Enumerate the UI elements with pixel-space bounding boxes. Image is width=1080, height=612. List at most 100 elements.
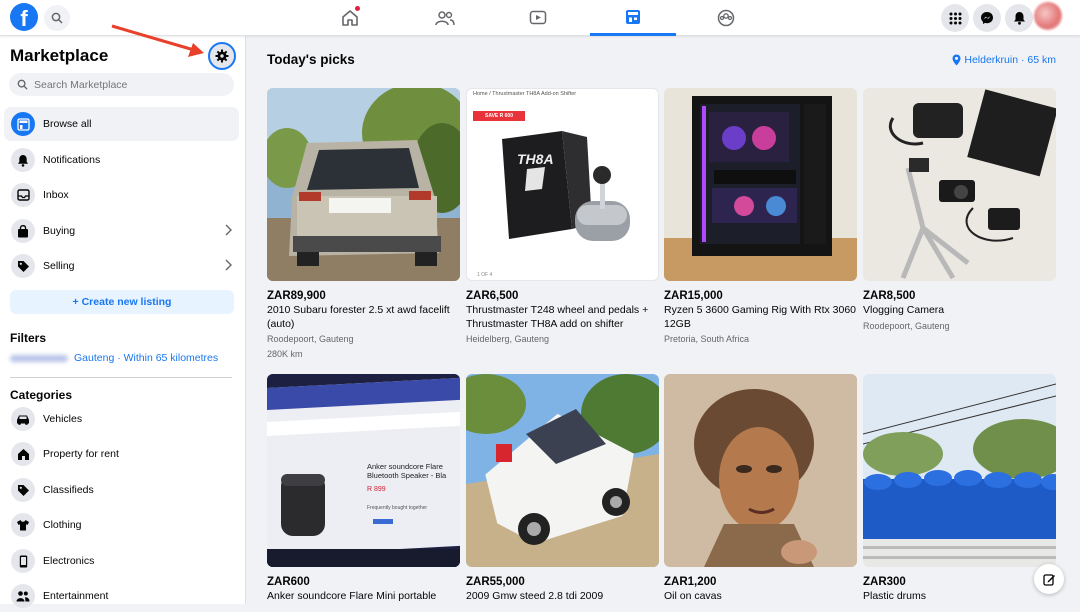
create-new-listing-button[interactable]: + Create new listing [10, 290, 234, 314]
speaker-heading: Anker soundcore Flare Bluetooth Speaker … [367, 462, 447, 480]
storefront-icon [16, 117, 30, 131]
red-annotation-arrow [111, 24, 204, 57]
marketplace-sidebar: Marketplace Browse all Notifications Inb… [0, 36, 246, 608]
chevron-right-icon [225, 259, 232, 271]
listing-card[interactable]: Home / Thrustmaster TH8A Add-on Shifter … [466, 88, 659, 346]
sidebar-item-selling[interactable]: Selling [4, 249, 239, 283]
listing-price: ZAR1,200 [664, 576, 717, 588]
listing-price: ZAR55,000 [466, 576, 525, 588]
listing-location: Heidelberg, Gauteng [466, 334, 550, 344]
sidebar-item-buying[interactable]: Buying [4, 214, 239, 248]
frequently-bought-text: Frequently bought together [367, 505, 428, 511]
home-icon [342, 10, 358, 26]
marketplace-search[interactable] [9, 73, 234, 96]
category-property-for-rent[interactable]: Property for rent [4, 438, 239, 470]
tab-marketplace[interactable] [590, 0, 676, 36]
listing-location: Pretoria, South Africa [664, 334, 750, 344]
sidebar-item-label: Buying [43, 225, 76, 237]
listing-photo-drums[interactable] [863, 374, 1056, 567]
friends-icon [435, 11, 455, 26]
category-classifieds[interactable]: Classifieds [4, 474, 239, 506]
listing-photo-car[interactable] [267, 88, 460, 281]
listing-price: ZAR89,900 [267, 290, 326, 302]
listing-card[interactable]: ZAR55,000 2009 Gmw steed 2.8 tdi 2009 [466, 374, 659, 604]
listing-card[interactable]: ZAR89,900 2010 Subaru forester 2.5 xt aw… [267, 88, 460, 360]
listing-title: 2009 Gmw steed 2.8 tdi 2009 [466, 590, 604, 602]
location-selector[interactable]: Helderkruin · 65 km [952, 54, 1056, 66]
sidebar-item-browse-all[interactable]: Browse all [4, 107, 239, 141]
tag-icon-wrap [11, 478, 35, 502]
inbox-icon-wrap [11, 183, 35, 207]
menu-button[interactable] [941, 4, 969, 32]
listing-title: Oil on cavas [664, 590, 722, 602]
category-electronics[interactable]: Electronics [4, 545, 239, 577]
bell-icon-wrap [11, 148, 35, 172]
house-icon-wrap [11, 442, 35, 466]
listing-price: ZAR8,500 [863, 290, 916, 302]
sidebar-item-label: Browse all [43, 118, 92, 130]
search-input[interactable] [34, 78, 224, 91]
chevron-right-icon [225, 224, 232, 236]
location-text: Helderkruin · 65 km [964, 54, 1056, 66]
bell-icon [1013, 12, 1025, 25]
sidebar-item-inbox[interactable]: Inbox [4, 178, 239, 212]
category-label: Clothing [43, 519, 82, 531]
gear-icon [215, 49, 229, 63]
listing-title: Thrustmaster T248 wheel and pedals + Thr… [466, 304, 649, 330]
listing-price: ZAR15,000 [664, 290, 723, 302]
listing-mileage: 280K km [267, 348, 303, 359]
listing-title: 2010 Subaru forester 2.5 xt awd facelift… [267, 304, 450, 330]
listing-photo-painting[interactable] [664, 374, 857, 567]
listing-location: Roodepoort, Gauteng [267, 334, 354, 344]
listing-photo-pc[interactable] [664, 88, 857, 281]
listing-photo-bakkie[interactable] [466, 374, 659, 567]
shirt-icon-wrap [11, 513, 35, 537]
category-label: Electronics [43, 555, 95, 567]
messenger-button[interactable] [973, 4, 1001, 32]
listing-card[interactable]: ZAR15,000 Ryzen 5 3600 Gaming Rig With R… [664, 88, 857, 346]
listing-title: Vlogging Camera [863, 304, 945, 316]
tab-groups[interactable] [676, 0, 776, 36]
listing-card[interactable]: ZAR8,500 Vlogging Camera Roodepoort, Gau… [863, 88, 1056, 332]
category-label: Entertainment [43, 590, 109, 602]
phone-icon [19, 555, 27, 567]
edit-icon [1042, 573, 1055, 586]
listing-photo-shifter[interactable]: Home / Thrustmaster TH8A Add-on Shifter … [466, 88, 659, 281]
settings-button[interactable] [208, 42, 236, 70]
facebook-logo[interactable]: f [10, 3, 38, 31]
listing-card[interactable]: Anker soundcore Flare Bluetooth Speaker … [267, 374, 460, 604]
inbox-icon [16, 189, 30, 201]
sidebar-item-notifications[interactable]: Notifications [4, 143, 239, 177]
notifications-button[interactable] [1005, 4, 1033, 32]
grid-menu-icon [949, 12, 961, 24]
category-vehicles[interactable]: Vehicles [4, 403, 239, 435]
phone-icon-wrap [11, 549, 35, 573]
main-feed: Today's picks Helderkruin · 65 km ZAR89,… [247, 36, 1080, 604]
car-icon-wrap [11, 407, 35, 431]
tab-friends[interactable] [395, 0, 495, 36]
filter-location-text: Gauteng · Within 65 kilometres [74, 352, 219, 364]
listing-card[interactable]: ZAR1,200 Oil on cavas [664, 374, 857, 604]
bag-icon [18, 224, 28, 237]
listing-photo-camera[interactable] [863, 88, 1056, 281]
category-clothing[interactable]: Clothing [4, 509, 239, 541]
people-icon-wrap [11, 584, 35, 608]
location-filter-link[interactable]: Gauteng · Within 65 kilometres [10, 352, 218, 364]
tab-home[interactable] [300, 0, 400, 36]
listing-title: Ryzen 5 3600 Gaming Rig With Rtx 3060 12… [664, 304, 857, 330]
messenger-icon [981, 12, 993, 24]
groups-icon [717, 9, 735, 27]
sidebar-item-label: Selling [43, 260, 75, 272]
image-counter: 1 OF 4 [477, 272, 493, 278]
video-icon [529, 10, 547, 25]
listing-photo-speaker[interactable]: Anker soundcore Flare Bluetooth Speaker … [267, 374, 460, 567]
tab-watch[interactable] [488, 0, 588, 36]
speaker-price: R 899 [367, 486, 386, 493]
category-entertainment[interactable]: Entertainment [4, 580, 239, 612]
categories-heading: Categories [10, 388, 73, 402]
listing-title: Plastic drums [863, 590, 927, 602]
search-button[interactable] [44, 5, 70, 31]
compose-button[interactable] [1034, 564, 1064, 594]
listing-card[interactable]: ZAR300 Plastic drums [863, 374, 1056, 604]
profile-avatar[interactable] [1034, 2, 1062, 30]
